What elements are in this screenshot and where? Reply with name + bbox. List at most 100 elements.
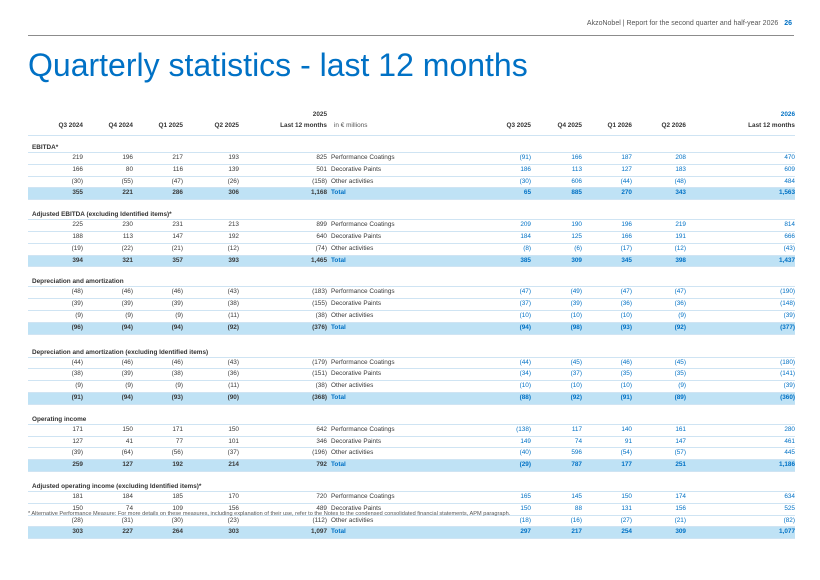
header-rule — [28, 35, 794, 36]
section-header: Adjusted EBITDA (excluding Identified it… — [28, 200, 795, 221]
row-label: Performance Coatings — [331, 288, 395, 296]
row-label: Other activities — [331, 449, 374, 457]
value-cell: (91) — [620, 393, 632, 401]
value-cell: (92) — [674, 323, 686, 331]
section-title: Depreciation and amortization — [32, 278, 124, 286]
value-cell: 270 — [621, 189, 632, 197]
row-label: Decorative Paints — [331, 232, 382, 240]
value-cell: 117 — [571, 425, 582, 433]
row-label: Total — [331, 393, 346, 401]
value-cell: 127 — [621, 165, 632, 173]
value-cell: (35) — [674, 370, 686, 378]
table-row: 127 41 77 101 346 Decorative Paints 149 74 91 147… — [28, 437, 795, 449]
value-cell: 139 — [228, 165, 239, 173]
col-q2-2026: Q2 2026 — [661, 122, 686, 129]
total-row: 303 227 264 303 1,097 Total 297 217 254 309 1,077 — [28, 527, 795, 540]
value-cell: (94) — [171, 323, 183, 331]
value-cell: (45) — [570, 358, 582, 366]
value-cell: 461 — [784, 437, 795, 445]
value-cell: (39) — [783, 311, 795, 319]
value-cell: 303 — [228, 528, 239, 536]
value-cell: (48) — [674, 177, 686, 185]
value-cell: 666 — [784, 232, 795, 240]
value-cell: 321 — [122, 256, 133, 264]
value-cell: 1,437 — [779, 256, 795, 264]
year-header-row: 2025 2026 — [28, 110, 795, 121]
section-title: Adjusted operating income (excluding Ide… — [32, 482, 202, 490]
table-row: (30) (55) (47) (26) (158) Other activities (30… — [28, 177, 795, 189]
section-title: Depreciation and amortization (excluding… — [32, 348, 209, 356]
value-cell: (30) — [519, 177, 531, 185]
row-label: Decorative Paints — [331, 165, 382, 173]
value-cell: (44) — [519, 358, 531, 366]
table-row: (44) (46) (46) (43) (179) Performance Coating… — [28, 358, 795, 370]
row-label: Decorative Paints — [331, 437, 382, 445]
value-cell: (43) — [227, 288, 239, 296]
section-header: Depreciation and amortization (excluding… — [28, 335, 795, 358]
value-cell: 217 — [571, 528, 582, 536]
value-cell: 642 — [316, 425, 327, 433]
row-label: Other activities — [331, 244, 374, 252]
value-cell: 166 — [571, 154, 582, 161]
value-cell: (40) — [519, 449, 531, 457]
value-cell: 398 — [675, 256, 686, 264]
value-cell: 309 — [675, 528, 686, 536]
row-label: Performance Coatings — [331, 492, 395, 500]
value-cell: (39) — [783, 382, 795, 390]
value-cell: 814 — [784, 221, 795, 229]
row-label: Total — [331, 323, 346, 331]
value-cell: 355 — [72, 189, 83, 197]
value-cell: 208 — [675, 154, 686, 161]
value-cell: (38) — [71, 370, 83, 378]
value-cell: (94) — [519, 323, 531, 331]
value-cell: 306 — [228, 189, 239, 197]
value-cell: 165 — [520, 492, 531, 500]
value-cell: (368) — [312, 393, 327, 401]
value-cell: (9) — [678, 382, 686, 390]
table-row: (48) (46) (46) (43) (183) Performance Coating… — [28, 287, 795, 300]
value-cell: (90) — [227, 393, 239, 401]
value-cell: (57) — [674, 449, 686, 457]
value-cell: (39) — [171, 300, 183, 308]
value-cell: 219 — [675, 221, 686, 229]
table-row: 225 230 231 213 899 Performance Coatings 209 19… — [28, 220, 795, 232]
value-cell: 1,186 — [779, 461, 795, 469]
value-cell: 309 — [571, 256, 582, 264]
value-cell: 209 — [520, 221, 531, 229]
value-cell: 196 — [122, 154, 133, 161]
value-cell: 885 — [571, 189, 582, 197]
value-cell: (48) — [71, 288, 83, 296]
value-cell: 219 — [72, 154, 83, 161]
row-label: Other activities — [331, 311, 374, 319]
value-cell: 147 — [675, 437, 686, 445]
value-cell: 171 — [72, 425, 83, 433]
value-cell: 192 — [172, 461, 183, 469]
value-cell: 445 — [784, 449, 795, 457]
year-2025-label: 2025 — [312, 111, 327, 118]
value-cell: (9) — [125, 311, 133, 319]
value-cell: (46) — [171, 358, 183, 366]
value-cell: (55) — [121, 177, 133, 185]
total-row: (96) (94) (94) (92) (376) Total (94) (98) (93) (9… — [28, 322, 795, 335]
value-cell: 251 — [675, 461, 686, 469]
value-cell: 264 — [172, 528, 183, 536]
value-cell: (377) — [780, 323, 795, 331]
value-cell: (39) — [570, 300, 582, 308]
value-cell: (74) — [315, 244, 327, 252]
value-cell: (12) — [674, 244, 686, 252]
value-cell: (11) — [228, 382, 239, 390]
value-cell: (158) — [312, 177, 327, 185]
value-cell: 394 — [72, 256, 83, 264]
table-row: 181 184 185 170 720 Performance Coatings 165 14… — [28, 492, 795, 504]
value-cell: 1,097 — [311, 528, 327, 536]
value-cell: (44) — [620, 177, 632, 185]
value-cell: 343 — [675, 189, 686, 197]
value-cell: (38) — [315, 311, 327, 319]
value-cell: 213 — [228, 221, 239, 229]
value-cell: 156 — [675, 504, 686, 512]
value-cell: 254 — [621, 528, 632, 536]
table-row: 219 196 217 193 825 Performance Coatings (91) 1… — [28, 153, 795, 165]
value-cell: (6) — [574, 244, 582, 252]
value-cell: 484 — [784, 177, 795, 185]
value-cell: (94) — [121, 323, 133, 331]
